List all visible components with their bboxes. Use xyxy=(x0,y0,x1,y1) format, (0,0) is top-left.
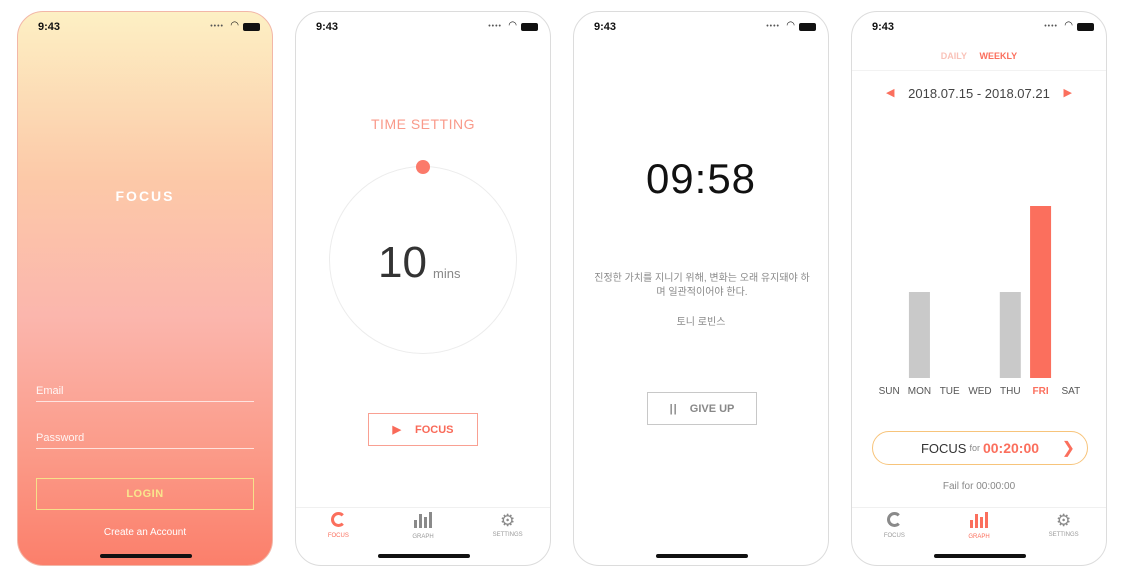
toggle-weekly[interactable]: WEEKLY xyxy=(980,51,1018,61)
tab-graph[interactable]: GRAPH xyxy=(949,508,1009,543)
focus-summary-button[interactable]: FOCUS for 00:20:00 ❯ xyxy=(872,431,1088,465)
bar-mon xyxy=(908,292,930,378)
fail-summary: Fail for 00:00:00 xyxy=(942,481,1016,492)
app-brand: FOCUS xyxy=(115,188,175,204)
signal-icon: •••• xyxy=(766,23,780,30)
login-screen: 9:43 •••• ◠ FOCUS LOGIN Create an Accoun… xyxy=(17,11,273,566)
period-toggle: DAILY WEEKLY xyxy=(852,51,1106,61)
battery-icon xyxy=(799,23,816,31)
time-setting-screen: 9:43 •••• ◠ TIME SETTING 10 mins ▶ FOCUS… xyxy=(295,11,551,566)
quote-author: 토니 로빈스 xyxy=(676,317,726,328)
tab-bar: FOCUS GRAPH ⚙ SETTINGS xyxy=(296,507,550,543)
tab-graph-label: GRAPH xyxy=(412,534,434,540)
wifi-icon: ◠ xyxy=(786,20,795,31)
login-button[interactable]: LOGIN xyxy=(36,478,254,510)
start-focus-label: FOCUS xyxy=(414,423,454,436)
focus-ring-icon xyxy=(308,512,368,531)
focus-summary-duration: 00:20:00 xyxy=(982,440,1040,456)
day-label-thu: THU xyxy=(1000,386,1021,397)
day-label-fri: FRI xyxy=(1033,386,1049,397)
give-up-button[interactable]: || GIVE UP xyxy=(647,392,757,425)
home-indicator xyxy=(378,554,470,558)
status-bar: 9:43 •••• ◠ xyxy=(296,12,550,40)
status-time: 9:43 xyxy=(594,21,617,33)
bar-graph-icon xyxy=(393,512,453,532)
tab-focus[interactable]: FOCUS xyxy=(864,508,924,543)
battery-icon xyxy=(521,23,538,31)
date-range-nav: 2018.07.15 - 2018.07.21 ◀ ▶ xyxy=(852,86,1106,101)
battery-icon xyxy=(243,23,260,31)
weekly-graph-screen: 9:43 •••• ◠ DAILY WEEKLY 2018.07.15 - 20… xyxy=(851,11,1107,566)
quote-text: 진정한 가치를 지니기 위해, 변화는 오래 유지돼야 하며 일관적이어야 한다… xyxy=(594,273,810,298)
tab-settings-label: SETTINGS xyxy=(1048,532,1079,538)
email-input[interactable] xyxy=(36,380,254,401)
day-label-tue: TUE xyxy=(940,386,960,397)
tab-graph[interactable]: GRAPH xyxy=(393,508,453,543)
password-field[interactable] xyxy=(36,427,254,449)
create-account-link[interactable]: Create an Account xyxy=(18,527,272,538)
tab-settings-label: SETTINGS xyxy=(492,532,523,538)
next-week-icon[interactable]: ▶ xyxy=(1064,86,1072,99)
minutes-value: 10 xyxy=(378,238,427,287)
day-label-sun: SUN xyxy=(879,386,900,397)
gear-icon: ⚙ xyxy=(1056,511,1072,530)
tab-bar: FOCUS GRAPH ⚙ SETTINGS xyxy=(852,507,1106,543)
tab-settings[interactable]: ⚙ SETTINGS xyxy=(478,508,538,543)
home-indicator xyxy=(934,554,1026,558)
tab-focus[interactable]: FOCUS xyxy=(308,508,368,543)
signal-icon: •••• xyxy=(1044,23,1058,30)
password-input[interactable] xyxy=(36,427,254,448)
email-field[interactable] xyxy=(36,380,254,402)
play-icon: ▶ xyxy=(392,424,401,436)
day-label-sat: SAT xyxy=(1061,386,1080,397)
toggle-daily[interactable]: DAILY xyxy=(941,51,967,61)
pause-icon: || xyxy=(669,402,678,415)
tab-focus-label: FOCUS xyxy=(327,533,349,539)
day-label-mon: MON xyxy=(908,386,931,397)
prev-week-icon[interactable]: ◀ xyxy=(886,86,894,99)
home-indicator xyxy=(656,554,748,558)
weekly-chart-svg: SUN MON TUE WED THU FRI SAT xyxy=(879,206,1080,397)
signal-icon: •••• xyxy=(488,23,502,30)
weekly-bar-chart: SUN MON TUE WED THU FRI SAT xyxy=(874,162,1086,397)
status-time: 9:43 xyxy=(38,21,61,33)
status-bar: 9:43 •••• ◠ xyxy=(852,12,1106,40)
wifi-icon: ◠ xyxy=(230,20,239,31)
bar-thu xyxy=(999,292,1021,378)
countdown-time: 09:58 xyxy=(645,155,757,202)
start-focus-button[interactable]: ▶ FOCUS xyxy=(368,413,478,446)
tab-focus-label: FOCUS xyxy=(883,533,905,539)
wifi-icon: ◠ xyxy=(1064,20,1073,31)
minutes-unit: mins xyxy=(433,266,461,281)
focus-ring-icon xyxy=(864,512,924,531)
give-up-label: GIVE UP xyxy=(689,402,735,415)
chevron-right-icon: ❯ xyxy=(1061,440,1075,457)
time-setting-title: TIME SETTING xyxy=(371,116,475,132)
gear-icon: ⚙ xyxy=(500,511,516,530)
battery-icon xyxy=(1077,23,1094,31)
status-time: 9:43 xyxy=(872,21,895,33)
day-label-wed: WED xyxy=(968,386,991,397)
dial-handle[interactable] xyxy=(416,160,430,174)
bar-graph-icon xyxy=(949,512,1009,532)
signal-icon: •••• xyxy=(210,23,224,30)
tab-graph-label: GRAPH xyxy=(968,534,990,540)
wifi-icon: ◠ xyxy=(508,20,517,31)
focus-summary-label: FOCUS xyxy=(920,440,967,456)
tab-settings[interactable]: ⚙ SETTINGS xyxy=(1034,508,1094,543)
status-time: 9:43 xyxy=(316,21,339,33)
home-indicator xyxy=(100,554,192,558)
bar-fri xyxy=(1030,206,1052,378)
focus-summary-for: for xyxy=(969,443,980,453)
status-bar: 9:43 •••• ◠ xyxy=(18,12,272,40)
countdown-screen: 9:43 •••• ◠ 09:58 진정한 가치를 지니기 위해, 변화는 오래… xyxy=(573,11,829,566)
status-bar: 9:43 •••• ◠ xyxy=(574,12,828,40)
header-divider xyxy=(852,70,1106,71)
